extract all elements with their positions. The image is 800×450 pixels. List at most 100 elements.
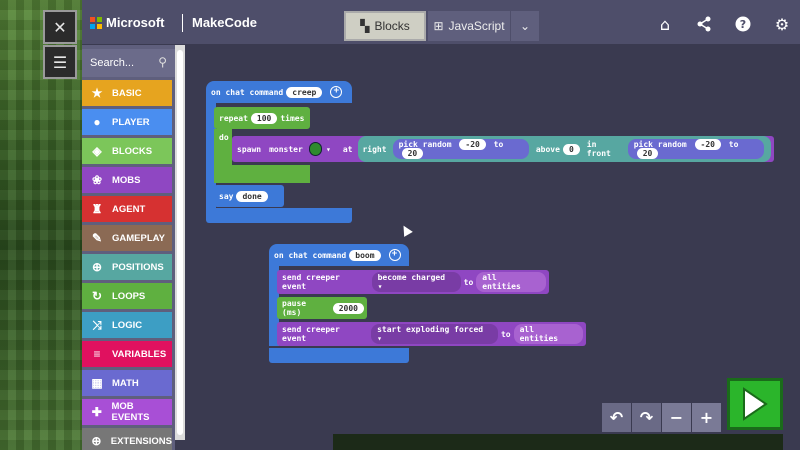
category-loops[interactable]: ↻ LOOPS [82,283,172,309]
code-icon: ⊞ [433,19,444,33]
position-block[interactable]: right pick random -20 to 20 above 0 in f… [358,136,771,162]
category-blocks[interactable]: ◈ BLOCKS [82,138,172,164]
say-text-input[interactable]: done [236,190,268,202]
search-icon[interactable]: ⚲ [158,55,167,69]
brand-divider [182,14,183,32]
list-icon: ≡ [93,347,101,361]
product-name[interactable]: MakeCode [192,15,257,30]
category-label: LOGIC [112,319,143,331]
repeat-block[interactable]: repeat 100 times [214,107,310,129]
to-label: to [493,140,504,149]
chevron-down-icon: ▾ [377,334,382,343]
zoom-out-button[interactable]: − [662,403,691,432]
tab-javascript[interactable]: ⊞ JavaScript [428,11,510,41]
fullscreen-button[interactable]: ✕ [43,10,77,44]
play-icon [743,387,768,421]
tab-blocks[interactable]: ▚ Blocks [344,11,426,41]
random-max-input[interactable]: 20 [636,148,659,159]
category-agent[interactable]: ♜ AGENT [82,196,172,222]
game-view-strip [333,434,783,450]
chevron-down-icon[interactable]: ▾ [326,145,331,154]
plus-icon: ⊕ [91,434,102,448]
pause-block[interactable]: pause (ms) 2000 [277,297,367,319]
command-input-creep[interactable]: creep [286,86,323,98]
category-variables[interactable]: ≡ VARIABLES [82,341,172,367]
menu-button[interactable]: ☰ [43,45,77,79]
times-label: times [280,113,305,123]
command-input-boom[interactable]: boom [349,249,381,261]
language-dropdown[interactable]: ⌄ [511,11,539,41]
event-dropdown[interactable]: start exploding forced ▾ [371,324,498,344]
target-selector[interactable]: all entities [476,272,546,292]
zoom-in-button[interactable]: + [692,403,721,432]
to-label: to [500,329,511,339]
category-player[interactable]: ● PLAYER [82,109,172,135]
undo-button[interactable]: ↶ [602,403,631,432]
pick-random-block-1[interactable]: pick random -20 to 20 [392,139,529,159]
brand-name: Microsoft [106,15,165,30]
random-min-input[interactable]: -20 [459,139,486,150]
in-front-label: in front [586,140,611,158]
random-min-input[interactable]: -20 [694,139,721,150]
event-block-footer [269,348,409,363]
wrench-icon: ✎ [91,231,103,245]
toolbox: Search... ⚲ ★ BASIC ● PLAYER ◈ BLOCKS ❀ MOBS… [82,45,175,450]
add-parameter-icon[interactable]: + [388,249,401,261]
category-logic[interactable]: ⤨ LOGIC [82,312,172,338]
category-extensions[interactable]: ⊕ EXTENSIONS [82,428,172,450]
above-label: above [535,144,560,154]
settings-icon[interactable]: ⚙ [772,14,792,34]
to-label: to [728,140,739,149]
category-label: GAMEPLAY [112,232,165,244]
category-basic[interactable]: ★ BASIC [82,80,172,106]
spawn-label: spawn [237,144,262,154]
category-label: MOB EVENTS [111,401,150,423]
event-value: become charged [377,273,446,282]
repeat-count-input[interactable]: 100 [250,112,278,124]
pause-value-input[interactable]: 2000 [332,302,364,314]
paw-icon: ❀ [91,173,103,187]
category-positions[interactable]: ⊕ POSITIONS [82,254,172,280]
share-icon[interactable] [694,14,714,34]
on-chat-command-block-1[interactable]: on chat command creep + [206,81,352,103]
star-icon: ★ [91,86,103,100]
tab-blocks-label: Blocks [374,19,410,33]
send-creeper-event-block-1[interactable]: send creeper event become charged ▾ to a… [277,270,549,294]
send-event-label: send creeper event [282,273,340,291]
add-parameter-icon[interactable]: + [330,86,343,98]
event-dropdown[interactable]: become charged ▾ [371,272,461,292]
creeper-icon[interactable] [308,142,322,156]
person-icon: ● [93,115,101,129]
help-icon[interactable]: ? [733,14,753,34]
say-block[interactable]: say done [214,185,284,207]
event-block-footer [206,208,352,223]
category-mob-events[interactable]: ✚ MOB EVENTS [82,399,172,425]
at-label: at [342,144,353,154]
microsoft-logo-icon [90,17,102,29]
event-value: start exploding forced [377,325,484,334]
pick-random-block-2[interactable]: pick random -20 to 20 [627,139,764,159]
on-chat-command-block-2[interactable]: on chat command boom + [269,244,409,266]
search-input[interactable]: Search... ⚲ [82,49,175,77]
crosshair-icon: ⊕ [91,260,103,274]
svg-text:?: ? [740,18,746,31]
event-label: on chat command [274,250,347,260]
send-creeper-event-block-2[interactable]: send creeper event start exploding force… [277,322,586,346]
random-max-input[interactable]: 20 [401,148,424,159]
target-selector[interactable]: all entities [513,324,583,344]
category-mobs[interactable]: ❀ MOBS [82,167,172,193]
above-value-input[interactable]: 0 [562,143,580,155]
category-label: PLAYER [112,116,150,128]
category-label: LOOPS [112,290,146,302]
category-gameplay[interactable]: ✎ GAMEPLAY [82,225,172,251]
spawn-block[interactable]: spawn monster ▾ at right pick random -20… [232,136,774,162]
undo-icon: ↶ [609,408,624,427]
run-button[interactable] [727,378,783,430]
home-icon[interactable]: ⌂ [655,14,675,34]
category-label: AGENT [112,203,146,215]
redo-button[interactable]: ↷ [632,403,661,432]
redo-icon: ↷ [639,408,654,427]
to-label: to [463,277,474,287]
toolbox-scrollbar-thumb[interactable] [177,50,183,435]
category-math[interactable]: ▦ MATH [82,370,172,396]
